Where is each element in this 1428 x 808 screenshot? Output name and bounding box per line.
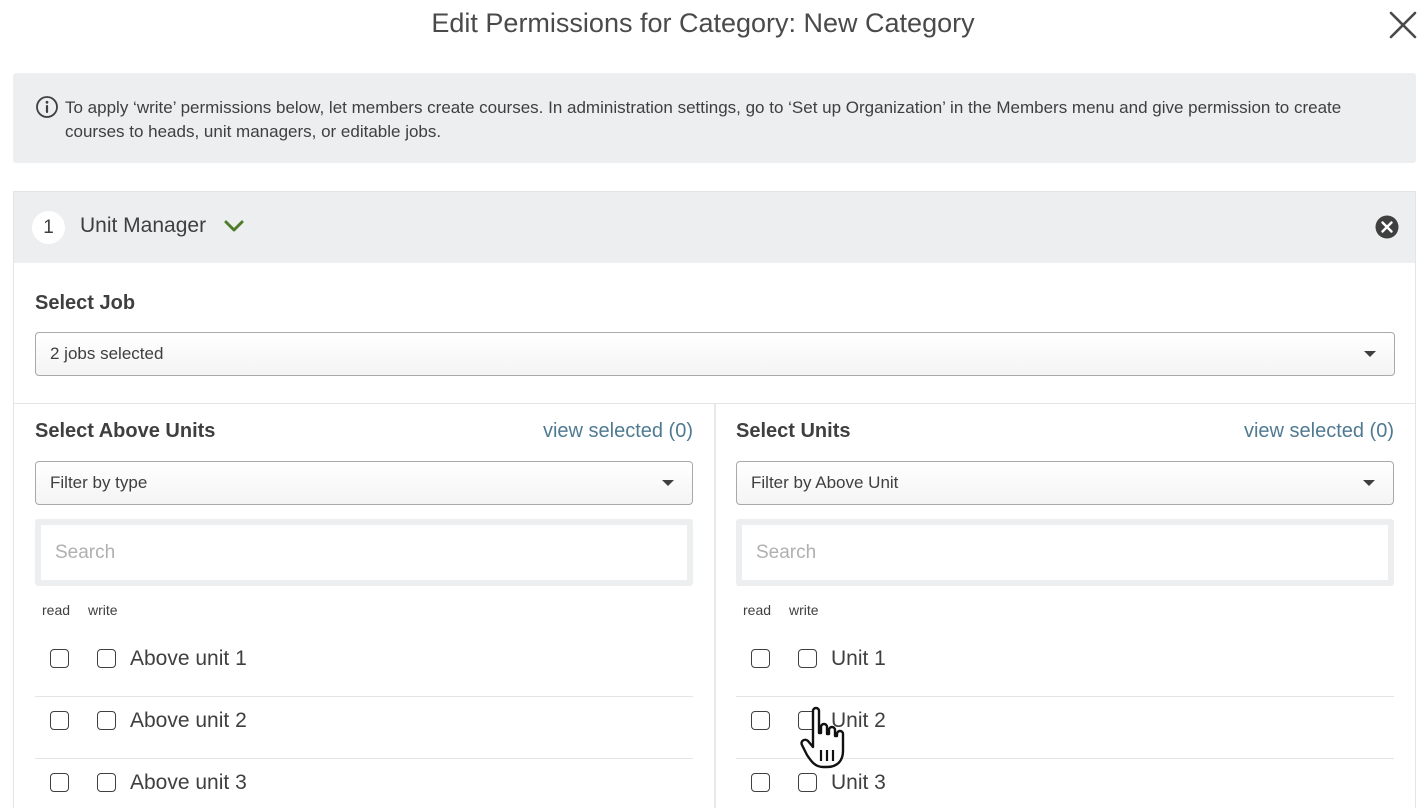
info-text: To apply ‘write’ permissions below, let … xyxy=(65,98,1342,141)
write-checkbox[interactable] xyxy=(798,711,817,730)
units-search-box xyxy=(736,519,1394,586)
above-units-column: Select Above Units view selected (0) Fil… xyxy=(35,403,693,808)
read-checkbox[interactable] xyxy=(50,773,69,792)
remove-circle-icon[interactable] xyxy=(1375,215,1399,239)
write-checkbox[interactable] xyxy=(97,711,116,730)
filter-by-type-dropdown[interactable]: Filter by type xyxy=(35,461,693,505)
filter-by-type-value: Filter by type xyxy=(50,473,148,492)
units-view-selected-link[interactable]: view selected (0) xyxy=(1244,420,1394,443)
list-item: Above unit 3 xyxy=(35,759,693,808)
write-checkbox[interactable] xyxy=(798,649,817,668)
chevron-down-icon[interactable] xyxy=(223,217,245,235)
select-job-value: 2 jobs selected xyxy=(50,344,164,363)
above-units-view-selected-link[interactable]: view selected (0) xyxy=(543,420,693,443)
above-units-title: Select Above Units xyxy=(35,420,216,442)
info-banner: To apply ‘write’ permissions below, let … xyxy=(13,73,1416,163)
dialog-title: Edit Permissions for Category: New Categ… xyxy=(431,8,975,38)
write-column-header: write xyxy=(88,602,118,618)
write-checkbox[interactable] xyxy=(97,773,116,792)
close-x-icon[interactable] xyxy=(1386,8,1420,42)
select-job-dropdown[interactable]: 2 jobs selected xyxy=(35,332,1395,376)
list-item: Unit 1 xyxy=(736,635,1394,697)
read-checkbox[interactable] xyxy=(50,711,69,730)
caret-down-icon xyxy=(1364,351,1376,357)
role-label: Unit Manager xyxy=(80,214,207,237)
column-divider xyxy=(714,403,716,808)
above-units-search-input[interactable] xyxy=(41,525,687,580)
read-checkbox[interactable] xyxy=(751,773,770,792)
list-item: Above unit 2 xyxy=(35,697,693,759)
caret-down-icon xyxy=(1363,480,1375,486)
info-circle-icon xyxy=(36,96,58,118)
read-checkbox[interactable] xyxy=(50,649,69,668)
units-column: Select Units view selected (0) Filter by… xyxy=(736,403,1394,808)
permission-group-header: 1 Unit Manager xyxy=(14,192,1415,263)
filter-by-above-unit-value: Filter by Above Unit xyxy=(751,473,899,492)
write-column-header: write xyxy=(789,602,819,618)
above-units-search-box xyxy=(35,519,693,586)
list-item-label: Above unit 3 xyxy=(130,771,247,794)
write-checkbox[interactable] xyxy=(798,773,817,792)
list-item: Above unit 1 xyxy=(35,635,693,697)
caret-down-icon xyxy=(662,480,674,486)
list-item-label: Above unit 2 xyxy=(130,709,247,732)
units-search-input[interactable] xyxy=(742,525,1388,580)
read-column-header: read xyxy=(743,602,772,618)
list-item: Unit 3 xyxy=(736,759,1394,808)
read-checkbox[interactable] xyxy=(751,711,770,730)
read-column-header: read xyxy=(42,602,71,618)
list-item-label: Unit 2 xyxy=(831,709,886,732)
list-item-label: Above unit 1 xyxy=(130,647,247,670)
group-number-badge: 1 xyxy=(32,211,65,244)
write-checkbox[interactable] xyxy=(97,649,116,668)
select-job-label: Select Job xyxy=(35,292,136,314)
read-checkbox[interactable] xyxy=(751,649,770,668)
filter-by-above-unit-dropdown[interactable]: Filter by Above Unit xyxy=(736,461,1394,505)
list-item-label: Unit 1 xyxy=(831,647,886,670)
units-title: Select Units xyxy=(736,420,851,442)
permission-group-card: 1 Unit Manager Select Job 2 jobs selecte… xyxy=(13,191,1416,808)
list-item: Unit 2 xyxy=(736,697,1394,759)
list-item-label: Unit 3 xyxy=(831,771,886,794)
